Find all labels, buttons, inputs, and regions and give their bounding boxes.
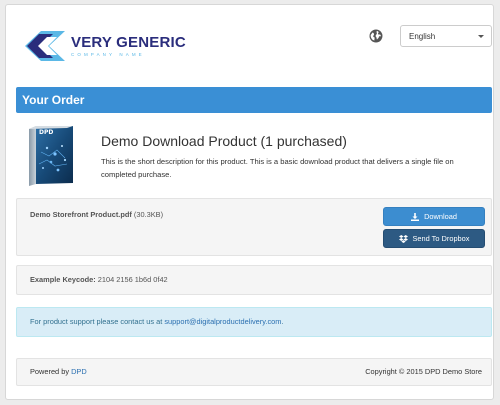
language-select-value: English <box>409 31 436 41</box>
logo-chevron-icon <box>25 31 65 61</box>
page-card: VERY GENERIC COMPANY NAME English Your O… <box>5 4 494 400</box>
keycode-panel: Example Keycode: 2104 2156 1b6d 0f42 <box>16 265 492 295</box>
globe-icon <box>369 29 383 43</box>
file-info: Demo Storefront Product.pdf (30.3KB) <box>30 210 163 219</box>
logo-main-text: VERY GENERIC <box>71 33 186 51</box>
box-label: DPD <box>39 129 53 136</box>
footer-powered-by: Powered by DPD <box>30 359 87 385</box>
support-email-link[interactable]: support@digitalproductdelivery.com <box>164 317 281 326</box>
language-select[interactable]: English <box>400 25 492 47</box>
your-order-heading: Your Order <box>16 87 492 113</box>
send-to-dropbox-label: Send To Dropbox <box>412 234 470 243</box>
send-to-dropbox-button[interactable]: Send To Dropbox <box>383 229 485 248</box>
file-panel: Demo Storefront Product.pdf (30.3KB) Dow… <box>16 198 492 256</box>
chevron-down-icon <box>478 35 484 38</box>
keycode-value: 2104 2156 1b6d 0f42 <box>97 275 168 284</box>
support-text-end: . <box>281 317 284 326</box>
powered-by-text: Powered by <box>30 367 70 376</box>
product-title: Demo Download Product (1 purchased) <box>101 133 347 149</box>
footer: Powered by DPD Copyright © 2015 DPD Demo… <box>16 358 492 386</box>
copyright-text: Copyright © 2015 DPD Demo Store <box>365 367 482 376</box>
dropbox-icon <box>398 234 408 243</box>
download-button[interactable]: Download <box>383 207 485 226</box>
support-text: For product support please contact us at <box>30 317 163 326</box>
support-alert: For product support please contact us at… <box>16 307 492 337</box>
dpd-link[interactable]: DPD <box>71 367 87 376</box>
download-button-label: Download <box>424 212 457 221</box>
company-logo[interactable]: VERY GENERIC COMPANY NAME <box>25 29 186 63</box>
file-size: (30.3KB) <box>133 210 164 219</box>
file-name: Demo Storefront Product.pdf <box>30 210 132 219</box>
logo-text: VERY GENERIC COMPANY NAME <box>71 35 186 58</box>
download-icon <box>411 212 420 221</box>
logo-sub-text: COMPANY NAME <box>71 51 145 57</box>
product-description: This is the short description for this p… <box>101 157 454 179</box>
keycode-label: Example Keycode: <box>30 275 96 284</box>
product-box-image: DPD <box>29 126 73 186</box>
